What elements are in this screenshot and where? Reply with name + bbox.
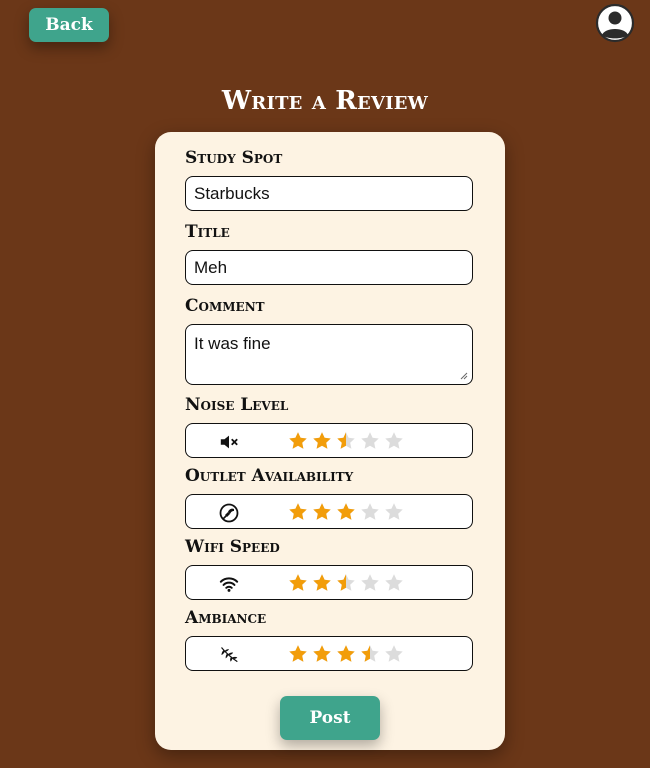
outlet-availability-stars[interactable] <box>288 502 408 522</box>
comment-label: Comment <box>185 296 265 316</box>
wifi-speed-rating[interactable] <box>185 565 473 600</box>
star-filled-icon[interactable] <box>312 502 332 522</box>
noise-level-label: Noise Level <box>185 395 289 415</box>
wifi-icon <box>219 574 239 594</box>
star-empty-icon[interactable] <box>384 573 404 593</box>
study-spot-label: Study Spot <box>185 148 283 168</box>
leaf-icon <box>219 645 239 665</box>
review-form-card: Study Spot Starbucks Title Meh Comment I… <box>155 132 505 750</box>
star-filled-icon[interactable] <box>288 573 308 593</box>
resize-grip-icon[interactable] <box>460 372 468 380</box>
comment-textarea[interactable]: It was fine <box>185 324 473 385</box>
star-filled-icon[interactable] <box>288 644 308 664</box>
star-filled-icon[interactable] <box>288 431 308 451</box>
star-half-icon[interactable] <box>360 644 380 664</box>
wifi-speed-label: Wifi Speed <box>185 537 280 557</box>
star-empty-icon[interactable] <box>360 502 380 522</box>
ambiance-label: Ambiance <box>185 608 267 628</box>
plug-icon <box>219 503 239 523</box>
title-input[interactable]: Meh <box>185 250 473 285</box>
ambiance-stars[interactable] <box>288 644 408 664</box>
outlet-availability-label: Outlet Availability <box>185 466 354 486</box>
star-half-icon[interactable] <box>336 431 356 451</box>
study-spot-input[interactable]: Starbucks <box>185 176 473 211</box>
comment-text: It was fine <box>194 334 271 353</box>
noise-level-stars[interactable] <box>288 431 408 451</box>
star-filled-icon[interactable] <box>288 502 308 522</box>
star-filled-icon[interactable] <box>312 573 332 593</box>
star-empty-icon[interactable] <box>384 431 404 451</box>
star-empty-icon[interactable] <box>360 573 380 593</box>
star-half-icon[interactable] <box>336 573 356 593</box>
back-button[interactable]: Back <box>29 8 109 42</box>
star-filled-icon[interactable] <box>336 502 356 522</box>
star-empty-icon[interactable] <box>384 644 404 664</box>
page-title: Write a Review <box>221 86 429 116</box>
outlet-availability-rating[interactable] <box>185 494 473 529</box>
ambiance-rating[interactable] <box>185 636 473 671</box>
star-empty-icon[interactable] <box>360 431 380 451</box>
profile-icon[interactable] <box>595 3 635 43</box>
star-filled-icon[interactable] <box>312 431 332 451</box>
wifi-speed-stars[interactable] <box>288 573 408 593</box>
star-empty-icon[interactable] <box>384 502 404 522</box>
muted-speaker-icon <box>219 432 239 452</box>
post-button[interactable]: Post <box>280 696 380 740</box>
title-label: Title <box>185 222 230 242</box>
noise-level-rating[interactable] <box>185 423 473 458</box>
star-filled-icon[interactable] <box>312 644 332 664</box>
star-filled-icon[interactable] <box>336 644 356 664</box>
